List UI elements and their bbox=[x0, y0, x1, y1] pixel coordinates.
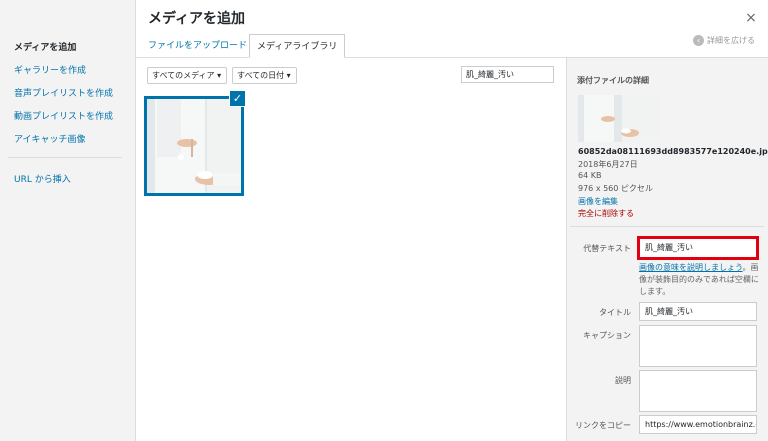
close-icon[interactable]: × bbox=[742, 9, 760, 27]
chevron-left-icon: ‹ bbox=[693, 35, 704, 46]
description-label: 説明 bbox=[615, 376, 631, 385]
menu-item-create-gallery[interactable]: ギャラリーを作成 bbox=[14, 63, 86, 76]
details-divider bbox=[570, 226, 764, 227]
delete-permanently-link[interactable]: 完全に削除する bbox=[578, 208, 634, 219]
attachment-details-thumbnail bbox=[578, 95, 658, 142]
expand-details-label: 詳細を広げる bbox=[707, 36, 755, 45]
copy-link-label: リンクをコピー bbox=[575, 421, 631, 430]
title-label: タイトル bbox=[599, 308, 631, 317]
tab-media-library[interactable]: メディアライブラリ bbox=[249, 34, 346, 58]
attachment-dimensions: 976 x 560 ピクセル bbox=[578, 184, 653, 193]
alt-text-help-link[interactable]: 画像の意味を説明しましょう bbox=[639, 263, 743, 272]
expand-details-button[interactable]: ‹ 詳細を広げる bbox=[693, 35, 755, 46]
media-search-input[interactable]: 肌_綺麗_汚い bbox=[461, 66, 554, 83]
selected-check-icon[interactable]: ✓ bbox=[229, 90, 246, 107]
alt-text-label: 代替テキスト bbox=[583, 244, 631, 253]
attachment-date: 2018年6月27日 bbox=[578, 160, 638, 169]
media-type-filter[interactable]: すべてのメディア ▾ bbox=[147, 67, 227, 84]
menu-item-audio-playlist[interactable]: 音声プレイリストを作成 bbox=[14, 86, 113, 99]
menu-item-insert-url[interactable]: URL から挿入 bbox=[14, 172, 71, 185]
attachment-photo bbox=[147, 99, 241, 193]
media-type-filter-value: すべてのメディア bbox=[152, 71, 215, 80]
date-filter[interactable]: すべての日付 ▾ bbox=[232, 67, 297, 84]
modal-title: メディアを追加 bbox=[148, 11, 246, 27]
attachment-filename: 60852da08111693dd8983577e120240e.jpg bbox=[578, 147, 768, 156]
menu-item-add-media[interactable]: メディアを追加 bbox=[14, 40, 76, 53]
alt-text-input[interactable]: 肌_綺麗_汚い bbox=[637, 236, 759, 260]
details-photo bbox=[578, 95, 658, 142]
menu-item-featured-image[interactable]: アイキャッチ画像 bbox=[14, 132, 86, 145]
tab-upload-files[interactable]: ファイルをアップロード bbox=[141, 34, 254, 58]
menu-item-video-playlist[interactable]: 動画プレイリストを作成 bbox=[14, 109, 113, 122]
date-filter-value: すべての日付 bbox=[237, 71, 285, 80]
caption-label: キャプション bbox=[583, 331, 631, 340]
attachment-details-heading: 添付ファイルの詳細 bbox=[577, 76, 649, 85]
caption-textarea[interactable] bbox=[639, 325, 757, 367]
description-textarea[interactable] bbox=[639, 370, 757, 412]
edit-image-link[interactable]: 画像を編集 bbox=[578, 196, 618, 207]
select-arrow-icon: ▾ bbox=[286, 71, 291, 80]
media-modal: メディアを追加 ギャラリーを作成 音声プレイリストを作成 動画プレイリストを作成… bbox=[0, 0, 768, 441]
select-arrow-icon: ▾ bbox=[217, 71, 222, 80]
alt-text-help: 画像の意味を説明しましょう。画像が装飾目的のみであれば空欄にします。 bbox=[639, 262, 763, 298]
title-input[interactable]: 肌_綺麗_汚い bbox=[639, 302, 757, 321]
menu-separator bbox=[8, 157, 122, 158]
media-menu: メディアを追加 ギャラリーを作成 音声プレイリストを作成 動画プレイリストを作成… bbox=[0, 0, 136, 441]
attachment-filesize: 64 KB bbox=[578, 171, 602, 180]
copy-link-input[interactable]: https://www.emotionbrainz.co bbox=[639, 415, 757, 434]
attachment-thumbnail[interactable] bbox=[144, 96, 244, 196]
